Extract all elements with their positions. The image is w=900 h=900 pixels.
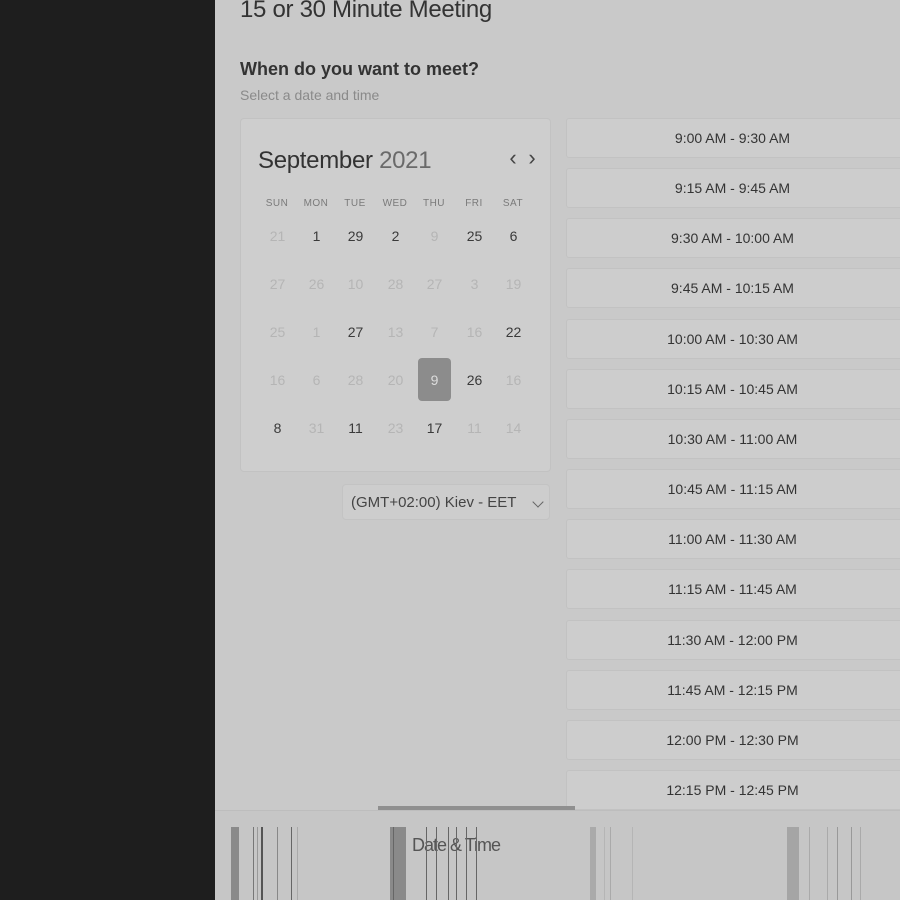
section-hint: Select a date and time [240, 87, 380, 103]
timezone-label: (GMT+02:00) Kiev - EET [351, 494, 517, 511]
timezone-select[interactable]: (GMT+02:00) Kiev - EET [342, 484, 550, 520]
calendar-day[interactable]: 1 [300, 214, 333, 257]
calendar-day: 23 [387, 419, 404, 436]
time-slot-button[interactable]: 9:30 AM - 10:00 AM [566, 218, 900, 259]
calendar-day[interactable]: 27 [339, 310, 372, 353]
calendar-day: 3 [470, 275, 479, 292]
step-4[interactable] [787, 827, 867, 900]
calendar: September 2021 ‹ › SUN MON TUE WED THU FRI SAT… [240, 118, 551, 472]
bottom-step-nav: Date & Time [215, 810, 900, 900]
calendar-day[interactable]: 22 [497, 310, 530, 353]
time-slot-button[interactable]: 10:45 AM - 11:15 AM [566, 469, 900, 510]
calendar-day: 27 [269, 275, 286, 292]
step-1[interactable] [231, 827, 311, 900]
calendar-day: 16 [269, 371, 286, 388]
section-heading: When do you want to meet? [240, 59, 479, 79]
calendar-day[interactable]: 29 [339, 214, 372, 257]
page-title: 15 or 30 Minute Meeting [240, 0, 492, 23]
calendar-day[interactable]: 2 [379, 214, 412, 257]
calendar-day: 26 [308, 275, 325, 292]
time-slot-button[interactable]: 9:45 AM - 10:15 AM [566, 268, 900, 309]
step-date-time[interactable]: Date & Time [390, 827, 501, 900]
calendar-day: 31 [308, 419, 325, 436]
calendar-day: 21 [269, 227, 286, 244]
calendar-day: 13 [387, 323, 404, 340]
calendar-day: 25 [269, 323, 286, 340]
day-grid: 21 1 29 2 9 25 6 27 26 10 28 27 3 19 25 1 27 13 7 16 22 16 6 28… [241, 119, 550, 471]
time-slot-button[interactable]: 9:00 AM - 9:30 AM [566, 118, 900, 158]
calendar-day: 27 [426, 275, 443, 292]
time-slot-button[interactable]: 11:00 AM - 11:30 AM [566, 519, 900, 560]
calendar-day: 7 [430, 323, 439, 340]
calendar-day[interactable]: 8 [261, 406, 294, 449]
time-slot-button[interactable]: 10:15 AM - 10:45 AM [566, 368, 900, 409]
calendar-day: 6 [312, 371, 321, 388]
time-slot-button[interactable]: 11:15 AM - 11:45 AM [566, 569, 900, 610]
calendar-day: 19 [505, 275, 522, 292]
calendar-day[interactable]: 26 [458, 358, 491, 401]
time-slot-button[interactable]: 11:30 AM - 12:00 PM [566, 619, 900, 660]
time-slot-button[interactable]: 10:30 AM - 11:00 AM [566, 418, 900, 459]
calendar-day: 10 [347, 275, 364, 292]
calendar-day[interactable]: 6 [497, 214, 530, 257]
calendar-day: 11 [467, 419, 482, 436]
calendar-day: 28 [387, 275, 404, 292]
calendar-day: 28 [347, 371, 364, 388]
time-slot-button[interactable]: 11:45 AM - 12:15 PM [566, 669, 900, 710]
chevron-down-icon [532, 496, 544, 508]
time-slot-button[interactable]: 12:15 PM - 12:45 PM [566, 769, 900, 810]
selected-day[interactable]: 9 [418, 358, 451, 401]
calendar-day[interactable]: 11 [339, 406, 372, 449]
time-slot-button[interactable]: 9:15 AM - 9:45 AM [566, 168, 900, 209]
calendar-day: 16 [466, 323, 483, 340]
booking-panel: 15 or 30 Minute Meeting When do you want… [215, 0, 900, 900]
step-3[interactable] [590, 827, 650, 900]
calendar-day: 20 [387, 371, 404, 388]
calendar-day: 16 [505, 371, 522, 388]
calendar-day[interactable]: 17 [418, 406, 451, 449]
time-slot-button[interactable]: 10:00 AM - 10:30 AM [566, 318, 900, 359]
calendar-day[interactable]: 25 [458, 214, 491, 257]
calendar-day: 14 [505, 419, 522, 436]
calendar-day: 9 [430, 227, 439, 244]
calendar-day: 1 [312, 323, 321, 340]
time-slot-button[interactable]: 12:00 PM - 12:30 PM [566, 719, 900, 760]
